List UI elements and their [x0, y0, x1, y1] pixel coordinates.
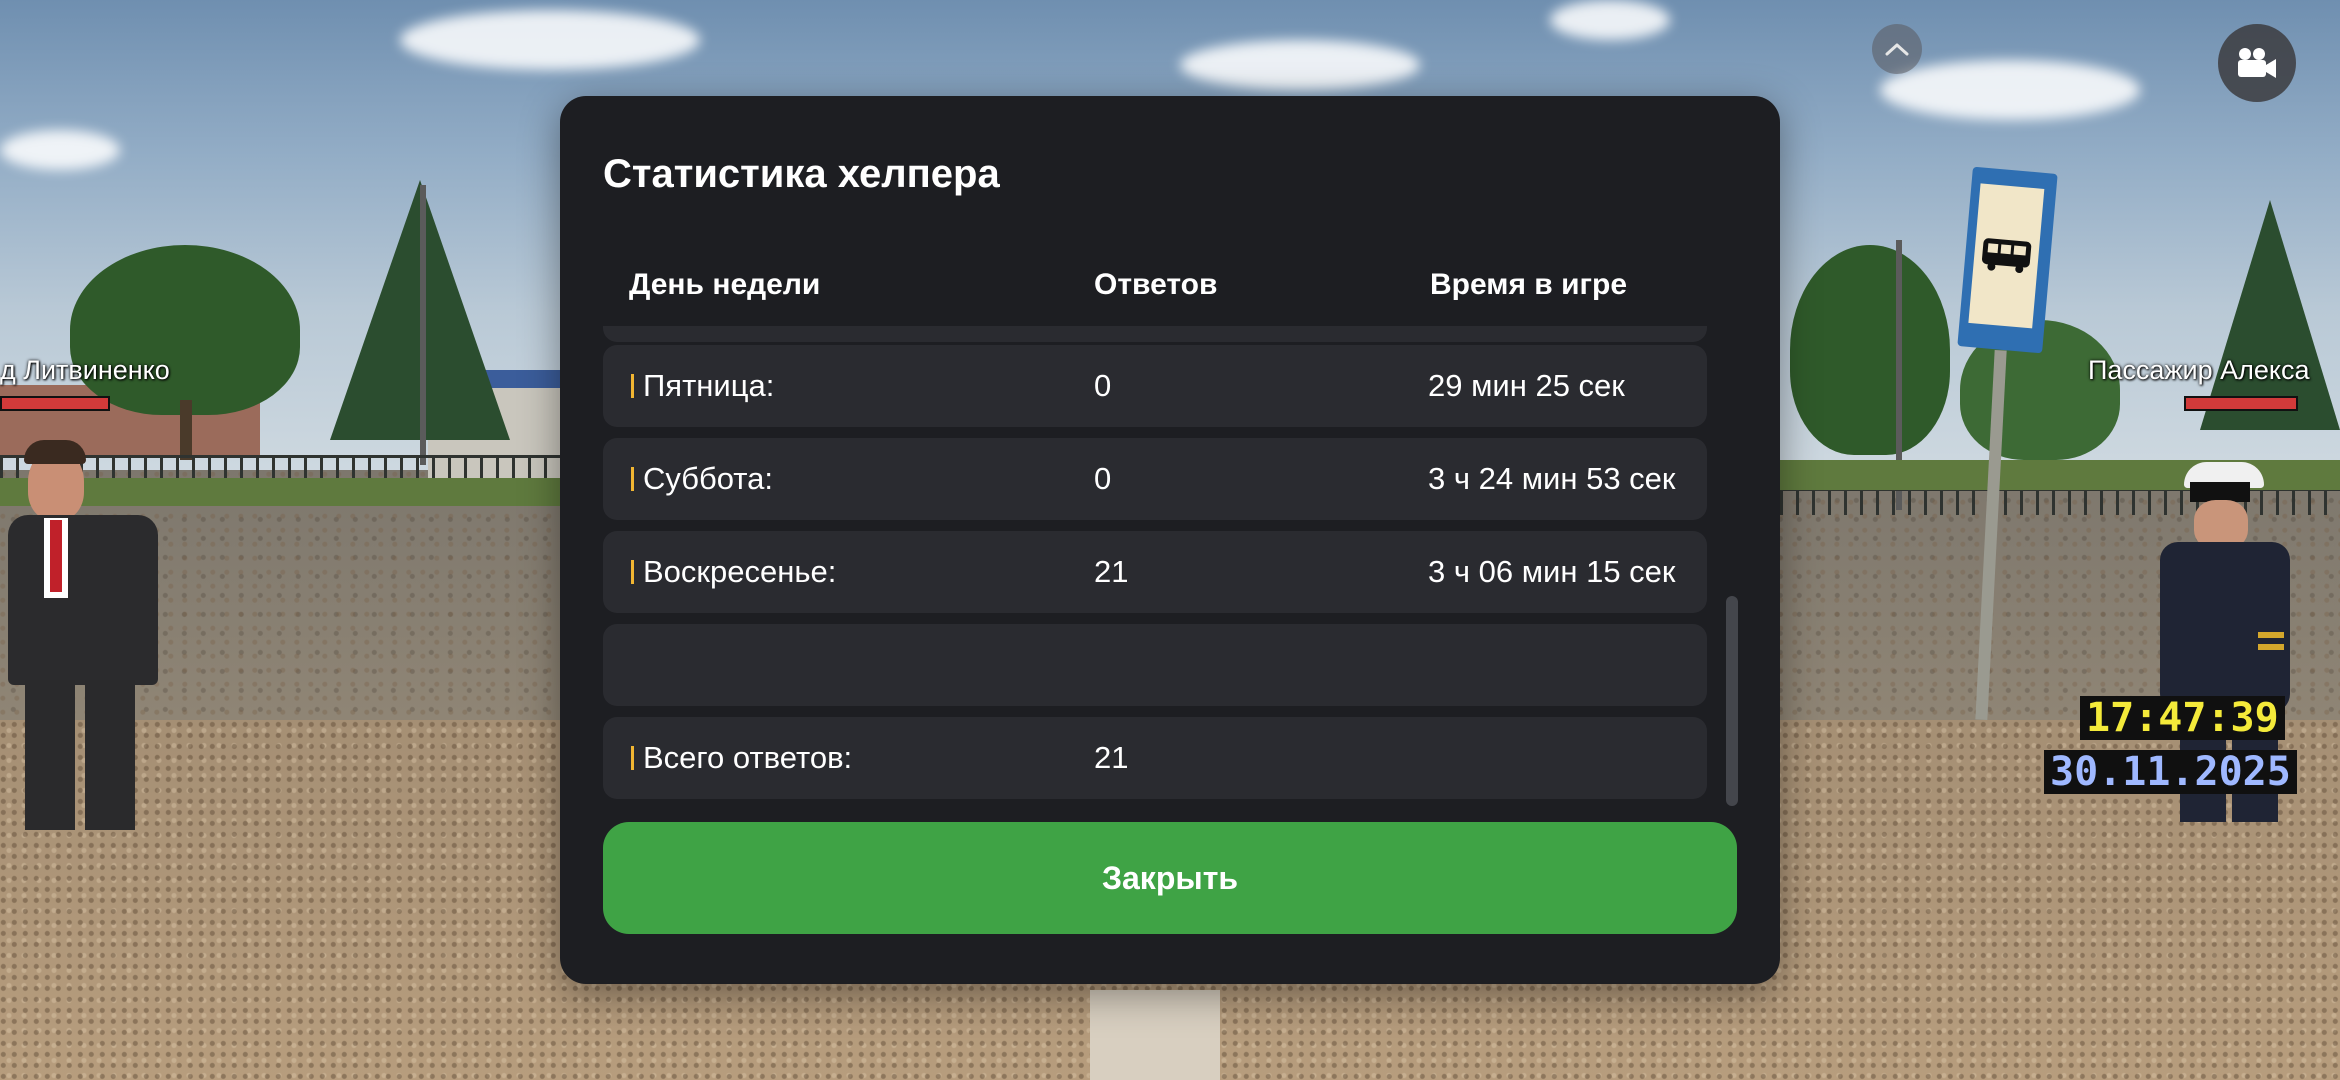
tree [1790, 245, 1950, 455]
cell-day: Воскресенье: [643, 554, 837, 589]
dialog-title: Статистика хелпера [603, 152, 1000, 196]
video-camera-icon [2238, 48, 2276, 78]
column-header-day: День недели [629, 268, 821, 301]
cell-time: 3 ч 06 мин 15 сек [1428, 554, 1676, 589]
bus-stop-sign [1957, 166, 2058, 354]
player-character-left[interactable] [0, 440, 170, 830]
camera-button[interactable] [2218, 24, 2296, 102]
cell-total-label: Всего ответов: [643, 740, 853, 775]
cell-total-answers: 21 [1094, 740, 1129, 775]
health-bar-left [0, 396, 110, 411]
row-accent [631, 746, 634, 770]
tree-trunk [180, 400, 192, 460]
game-date: 30.11.2025 [2044, 750, 2297, 794]
row-accent [631, 374, 634, 398]
health-bar-right [2184, 396, 2298, 411]
scrollbar[interactable] [1726, 326, 1738, 806]
helper-stats-dialog: Статистика хелпера День недели Ответов В… [560, 96, 1780, 984]
row-accent [631, 560, 634, 584]
cell-answers: 21 [1094, 554, 1129, 589]
close-button[interactable]: Закрыть [603, 822, 1737, 934]
cloud [1880, 60, 2140, 120]
game-time: 17:47:39 [2080, 696, 2285, 740]
scrollbar-thumb[interactable] [1726, 596, 1738, 806]
pole [420, 185, 426, 465]
column-header-time: Время в игре [1430, 268, 1628, 301]
cell-answers: 0 [1094, 368, 1112, 403]
cloud [1180, 40, 1420, 90]
tree [70, 245, 300, 415]
table-row: Суббота: 0 3 ч 24 мин 53 сек [603, 438, 1707, 520]
cell-time: 29 мин 25 сек [1428, 368, 1625, 403]
cell-time: 3 ч 24 мин 53 сек [1428, 461, 1676, 496]
stats-list[interactable]: Пятница: 0 29 мин 25 сек Суббота: 0 3 ч … [603, 326, 1743, 866]
table-row: Пятница: 0 29 мин 25 сек [603, 345, 1707, 427]
collapse-button[interactable] [1872, 24, 1922, 74]
cloud [1550, 0, 1670, 40]
cloud [400, 10, 700, 70]
cell-answers: 0 [1094, 461, 1112, 496]
table-row-empty [603, 624, 1707, 706]
column-header-answers: Ответов [1094, 268, 1218, 301]
bus-icon [1981, 238, 2032, 274]
row-accent [631, 467, 634, 491]
table-row-total: Всего ответов: 21 [603, 717, 1707, 799]
table-row [603, 326, 1707, 342]
player-name-right: Пассажир Алекса [2088, 355, 2310, 385]
character-legs [1090, 990, 1220, 1080]
player-name-left: д Литвиненко [0, 355, 170, 385]
cell-day: Пятница: [643, 368, 775, 403]
chevron-up-icon [1885, 43, 1909, 56]
cloud [0, 130, 120, 170]
cell-day: Суббота: [643, 461, 774, 496]
table-row: Воскресенье: 21 3 ч 06 мин 15 сек [603, 531, 1707, 613]
